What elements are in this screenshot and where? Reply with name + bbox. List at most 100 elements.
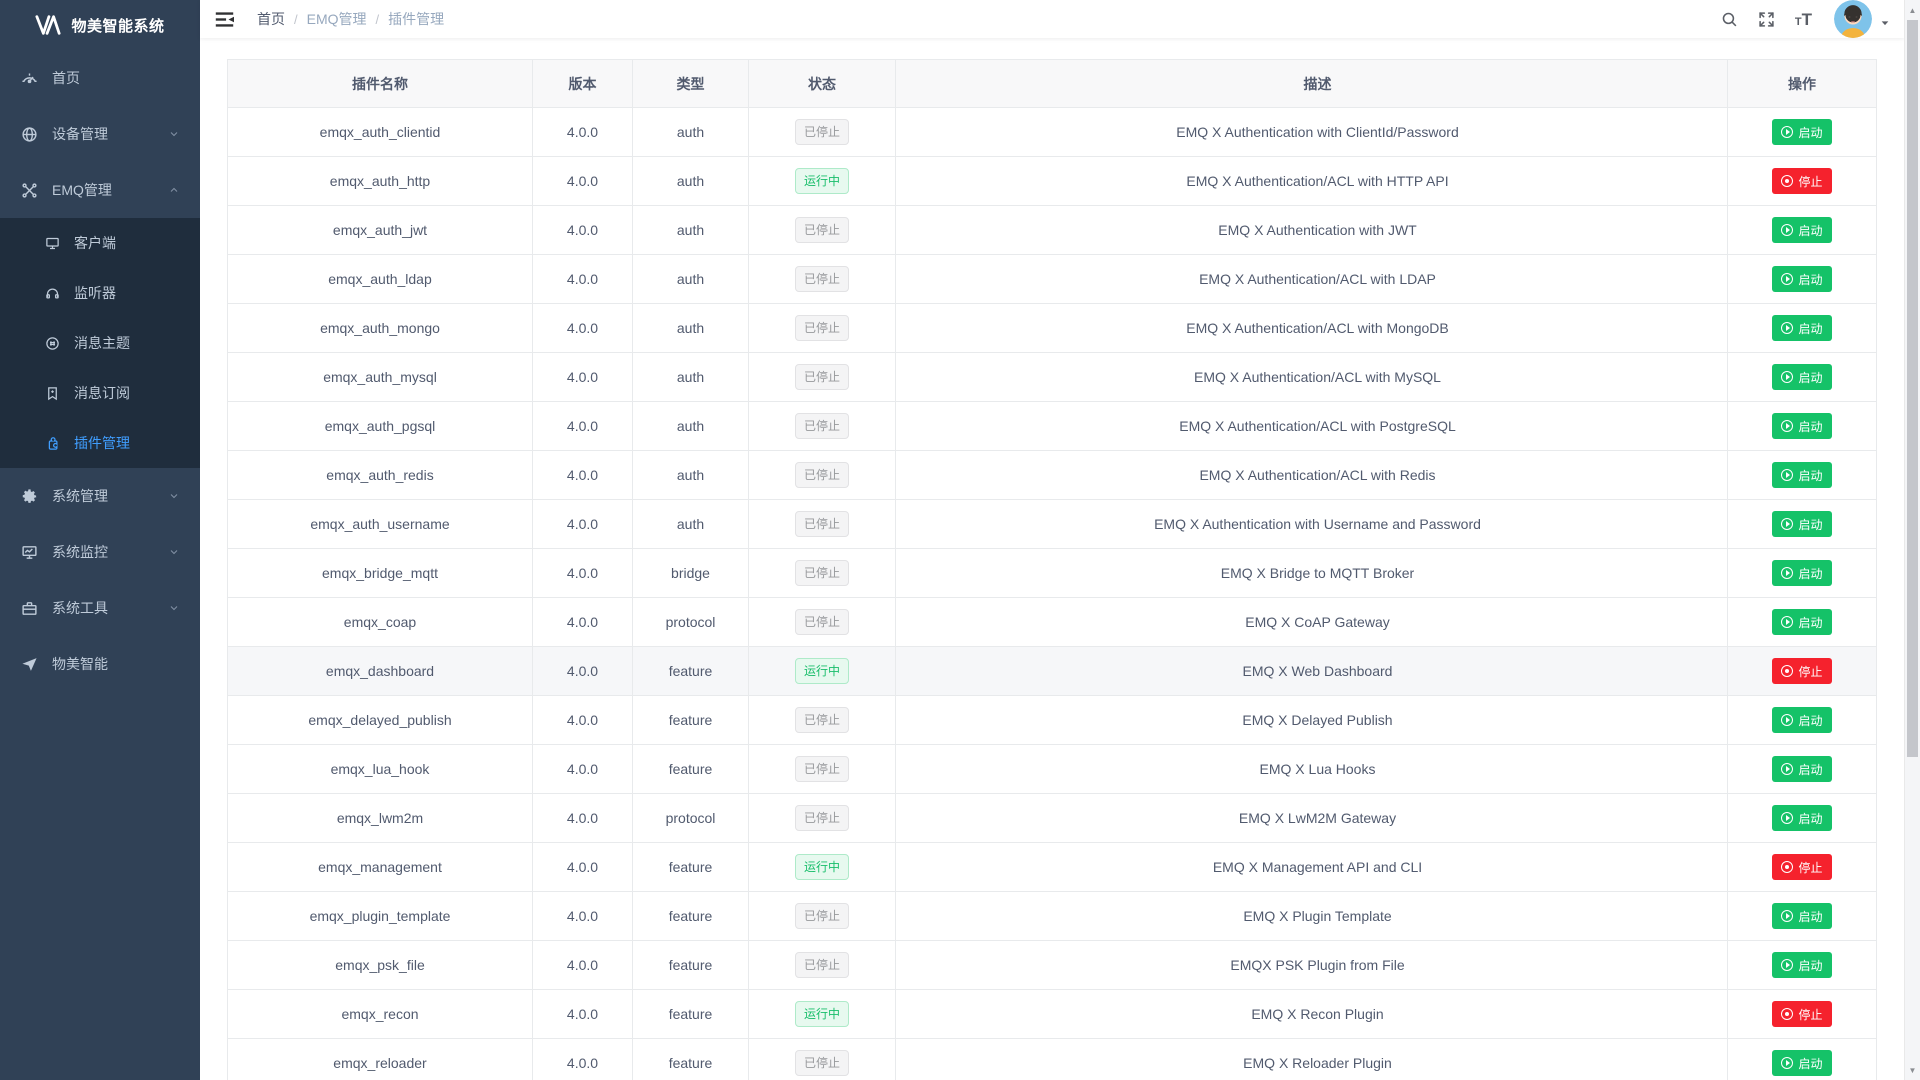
plugin-action-cell: 启动 bbox=[1728, 696, 1877, 745]
stop-plugin-button[interactable]: 停止 bbox=[1772, 168, 1831, 194]
plugin-status-cell: 已停止 bbox=[749, 402, 896, 451]
start-plugin-button[interactable]: 启动 bbox=[1772, 315, 1831, 341]
plugin-description-cell: EMQ X Lua Hooks bbox=[896, 745, 1728, 794]
plugin-version-cell: 4.0.0 bbox=[533, 353, 633, 402]
window-scrollbar[interactable]: ▲ ▼ bbox=[1904, 0, 1920, 1080]
status-badge: 已停止 bbox=[795, 560, 849, 586]
plugin-name-cell: emqx_reloader bbox=[228, 1039, 533, 1080]
plugin-version-cell: 4.0.0 bbox=[533, 108, 633, 157]
table-row: emqx_recon4.0.0feature运行中EMQ X Recon Plu… bbox=[228, 990, 1877, 1039]
table-row: emqx_delayed_publish4.0.0feature已停止EMQ X… bbox=[228, 696, 1877, 745]
plugin-version-cell: 4.0.0 bbox=[533, 549, 633, 598]
status-badge: 已停止 bbox=[795, 266, 849, 292]
plugin-name-cell: emqx_lwm2m bbox=[228, 794, 533, 843]
user-menu[interactable] bbox=[1834, 0, 1890, 38]
action-button-label: 启动 bbox=[1798, 516, 1822, 533]
plugin-description-cell: EMQ X Authentication with JWT bbox=[896, 206, 1728, 255]
plugin-status-cell: 已停止 bbox=[749, 745, 896, 794]
sidebar-item-home[interactable]: 首页 bbox=[0, 50, 200, 106]
status-badge: 已停止 bbox=[795, 805, 849, 831]
sidebar-item-label: 监听器 bbox=[74, 283, 116, 303]
start-plugin-button[interactable]: 启动 bbox=[1772, 119, 1831, 145]
plugin-status-cell: 已停止 bbox=[749, 696, 896, 745]
chevron-up-icon bbox=[168, 184, 180, 196]
plugin-description-cell: EMQ X Authentication/ACL with HTTP API bbox=[896, 157, 1728, 206]
start-plugin-button[interactable]: 启动 bbox=[1772, 364, 1831, 390]
sidebar-item-clients[interactable]: 客户端 bbox=[0, 218, 200, 268]
sidebar-item-message-topics[interactable]: 消息主题 bbox=[0, 318, 200, 368]
sidebar-item-device-mgmt[interactable]: 设备管理 bbox=[0, 106, 200, 162]
emq-icon bbox=[20, 181, 38, 199]
plugin-type-cell: feature bbox=[633, 647, 749, 696]
start-plugin-button[interactable]: 启动 bbox=[1772, 413, 1831, 439]
plugin-version-cell: 4.0.0 bbox=[533, 500, 633, 549]
sidebar-item-system-monitor[interactable]: 系统监控 bbox=[0, 524, 200, 580]
plugin-name-cell: emqx_auth_username bbox=[228, 500, 533, 549]
plugin-page: 插件名称版本类型状态描述操作 emqx_auth_clientid4.0.0au… bbox=[200, 38, 1904, 1080]
plugin-name-cell: emqx_delayed_publish bbox=[228, 696, 533, 745]
scroll-down-button[interactable]: ▼ bbox=[1905, 1062, 1920, 1078]
search-icon[interactable] bbox=[1721, 11, 1738, 28]
logo[interactable]: 物美智能系统 bbox=[0, 0, 200, 50]
stop-icon bbox=[1781, 1008, 1793, 1020]
plugin-name-cell: emqx_auth_mongo bbox=[228, 304, 533, 353]
avatar[interactable] bbox=[1834, 0, 1872, 38]
sidebar-item-listeners[interactable]: 监听器 bbox=[0, 268, 200, 318]
stop-plugin-button[interactable]: 停止 bbox=[1772, 1001, 1831, 1027]
plugin-status-cell: 已停止 bbox=[749, 598, 896, 647]
action-button-label: 启动 bbox=[1798, 320, 1822, 337]
sidebar-item-system-tools[interactable]: 系统工具 bbox=[0, 580, 200, 636]
plugin-description-cell: EMQ X Authentication/ACL with PostgreSQL bbox=[896, 402, 1728, 451]
scrollbar-thumb[interactable] bbox=[1907, 20, 1918, 757]
start-plugin-button[interactable]: 启动 bbox=[1772, 903, 1831, 929]
start-plugin-button[interactable]: 启动 bbox=[1772, 707, 1831, 733]
start-plugin-button[interactable]: 启动 bbox=[1772, 756, 1831, 782]
action-button-label: 启动 bbox=[1798, 761, 1822, 778]
start-plugin-button[interactable]: 启动 bbox=[1772, 511, 1831, 537]
start-plugin-button[interactable]: 启动 bbox=[1772, 462, 1831, 488]
sidebar-item-emq-mgmt[interactable]: EMQ管理 bbox=[0, 162, 200, 218]
sidebar-item-wumei-smart[interactable]: 物美智能 bbox=[0, 636, 200, 692]
plugin-type-cell: auth bbox=[633, 304, 749, 353]
sidebar-item-message-subscriptions[interactable]: 消息订阅 bbox=[0, 368, 200, 418]
table-row: emqx_dashboard4.0.0feature运行中EMQ X Web D… bbox=[228, 647, 1877, 696]
plugin-version-cell: 4.0.0 bbox=[533, 1039, 633, 1080]
font-size-icon[interactable]: TT bbox=[1795, 11, 1812, 28]
plugin-type-cell: feature bbox=[633, 1039, 749, 1080]
scroll-up-button[interactable]: ▲ bbox=[1905, 2, 1920, 18]
table-row: emqx_auth_pgsql4.0.0auth已停止EMQ X Authent… bbox=[228, 402, 1877, 451]
breadcrumb-home[interactable]: 首页 bbox=[257, 9, 285, 29]
stop-plugin-button[interactable]: 停止 bbox=[1772, 854, 1831, 880]
breadcrumb: 首页 / EMQ管理 / 插件管理 bbox=[257, 9, 444, 29]
status-badge: 已停止 bbox=[795, 1050, 849, 1076]
plugin-version-cell: 4.0.0 bbox=[533, 451, 633, 500]
plugin-type-cell: feature bbox=[633, 745, 749, 794]
sidebar-item-plugin-mgmt[interactable]: 插件管理 bbox=[0, 418, 200, 468]
plugin-description-cell: EMQ X Authentication/ACL with MySQL bbox=[896, 353, 1728, 402]
chevron-down-icon bbox=[168, 128, 180, 140]
start-plugin-button[interactable]: 启动 bbox=[1772, 217, 1831, 243]
sidebar-item-system-mgmt[interactable]: 系统管理 bbox=[0, 468, 200, 524]
plugin-description-cell: EMQX PSK Plugin from File bbox=[896, 941, 1728, 990]
plugin-name-cell: emqx_management bbox=[228, 843, 533, 892]
plugin-type-cell: auth bbox=[633, 500, 749, 549]
plugin-name-cell: emqx_auth_jwt bbox=[228, 206, 533, 255]
sidebar-item-label: 插件管理 bbox=[74, 433, 130, 453]
plugin-action-cell: 启动 bbox=[1728, 402, 1877, 451]
start-plugin-button[interactable]: 启动 bbox=[1772, 1050, 1831, 1076]
start-plugin-button[interactable]: 启动 bbox=[1772, 609, 1831, 635]
start-plugin-button[interactable]: 启动 bbox=[1772, 952, 1831, 978]
sidebar-collapse-button[interactable] bbox=[200, 0, 249, 38]
plugin-status-cell: 已停止 bbox=[749, 206, 896, 255]
stop-plugin-button[interactable]: 停止 bbox=[1772, 658, 1831, 684]
start-plugin-button[interactable]: 启动 bbox=[1772, 266, 1831, 292]
sidebar-item-label: 系统工具 bbox=[52, 598, 108, 618]
fullscreen-icon[interactable] bbox=[1758, 11, 1775, 28]
start-plugin-button[interactable]: 启动 bbox=[1772, 560, 1831, 586]
plugin-version-cell: 4.0.0 bbox=[533, 598, 633, 647]
play-icon bbox=[1781, 714, 1793, 726]
plugin-description-cell: EMQ X Web Dashboard bbox=[896, 647, 1728, 696]
start-plugin-button[interactable]: 启动 bbox=[1772, 805, 1831, 831]
device-icon bbox=[20, 125, 38, 143]
status-badge: 已停止 bbox=[795, 217, 849, 243]
